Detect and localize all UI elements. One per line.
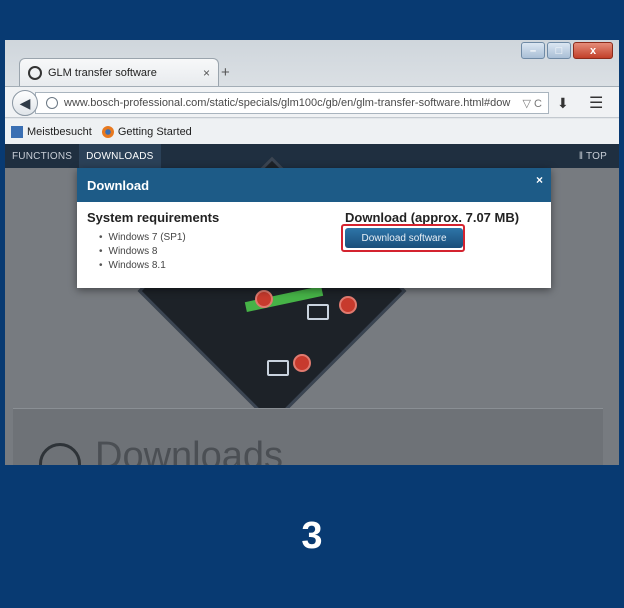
bookmark-label: Meistbesucht — [27, 125, 92, 138]
bookmark-label: Getting Started — [117, 125, 192, 138]
screenshot-frame: – □ x GLM transfer software × + www.bosc… — [5, 40, 619, 465]
close-window-button[interactable]: x — [573, 42, 613, 59]
minimize-button[interactable]: – — [521, 42, 545, 59]
browser-tab[interactable]: GLM transfer software × — [19, 58, 219, 86]
downloads-section: Downloads — [13, 408, 603, 465]
hotspot-marker-icon — [255, 290, 273, 308]
globe-icon — [46, 97, 58, 109]
reload-icon[interactable]: ▽ C — [517, 97, 548, 110]
device-transfer-icon — [307, 304, 329, 320]
address-bar[interactable]: www.bosch-professional.com/static/specia… — [35, 92, 549, 114]
navigation-bar: www.bosch-professional.com/static/specia… — [5, 86, 619, 118]
requirement-item: Windows 8 — [87, 245, 219, 259]
hotspot-marker-icon — [293, 354, 311, 372]
bookmark-folder-icon — [11, 125, 23, 138]
bookmark-getting-started[interactable]: Getting Started — [101, 125, 192, 138]
top-link[interactable]: ‖ TOP — [579, 151, 607, 162]
requirement-item: Windows 8.1 — [87, 259, 219, 273]
download-column: Download (approx. 7.07 MB) Download soft… — [341, 210, 520, 252]
requirements-list: Windows 7 (SP1) Windows 8 Windows 8.1 — [87, 231, 219, 273]
dialog-header: Download × — [77, 168, 551, 202]
nav-item-downloads[interactable]: DOWNLOADS — [79, 144, 161, 168]
download-dialog: Download × System requirements Windows 7… — [77, 168, 551, 288]
nav-item-functions[interactable]: FUNCTIONS — [5, 144, 79, 168]
tab-close-icon[interactable]: × — [203, 66, 210, 80]
window-controls: – □ x — [521, 42, 613, 59]
browser-chrome: – □ x GLM transfer software × + www.bosc… — [5, 40, 619, 144]
dialog-close-icon[interactable]: × — [536, 173, 543, 187]
site-navigation: FUNCTIONS DOWNLOADS ‖ TOP — [5, 144, 619, 168]
downloads-icon[interactable]: ⬇ — [557, 95, 569, 112]
download-circle-icon — [39, 443, 81, 465]
download-software-button[interactable]: Download software — [345, 228, 463, 248]
back-button[interactable]: ◀ — [12, 90, 38, 116]
bookmark-meistbesucht[interactable]: Meistbesucht — [11, 125, 92, 138]
requirements-column: System requirements Windows 7 (SP1) Wind… — [87, 210, 219, 273]
device-transfer-icon — [267, 360, 289, 376]
download-title: Download (approx. 7.07 MB) — [345, 210, 520, 225]
dialog-title: Download — [87, 177, 150, 193]
maximize-button[interactable]: □ — [547, 42, 571, 59]
requirements-title: System requirements — [87, 210, 220, 225]
bookmarks-bar: Meistbesucht Getting Started — [5, 119, 619, 144]
tab-title: GLM transfer software — [48, 66, 157, 79]
hamburger-menu-icon[interactable]: ☰ — [589, 93, 603, 113]
section-heading: Downloads — [95, 435, 283, 465]
hotspot-marker-icon — [339, 296, 357, 314]
new-tab-button[interactable]: + — [221, 64, 230, 81]
site-favicon-icon — [28, 65, 42, 80]
url-text: www.bosch-professional.com/static/specia… — [64, 97, 511, 109]
back-arrow-icon: ◀ — [19, 94, 31, 111]
requirement-item: Windows 7 (SP1) — [87, 231, 219, 245]
firefox-icon — [101, 125, 114, 138]
step-number: 3 — [301, 515, 323, 557]
